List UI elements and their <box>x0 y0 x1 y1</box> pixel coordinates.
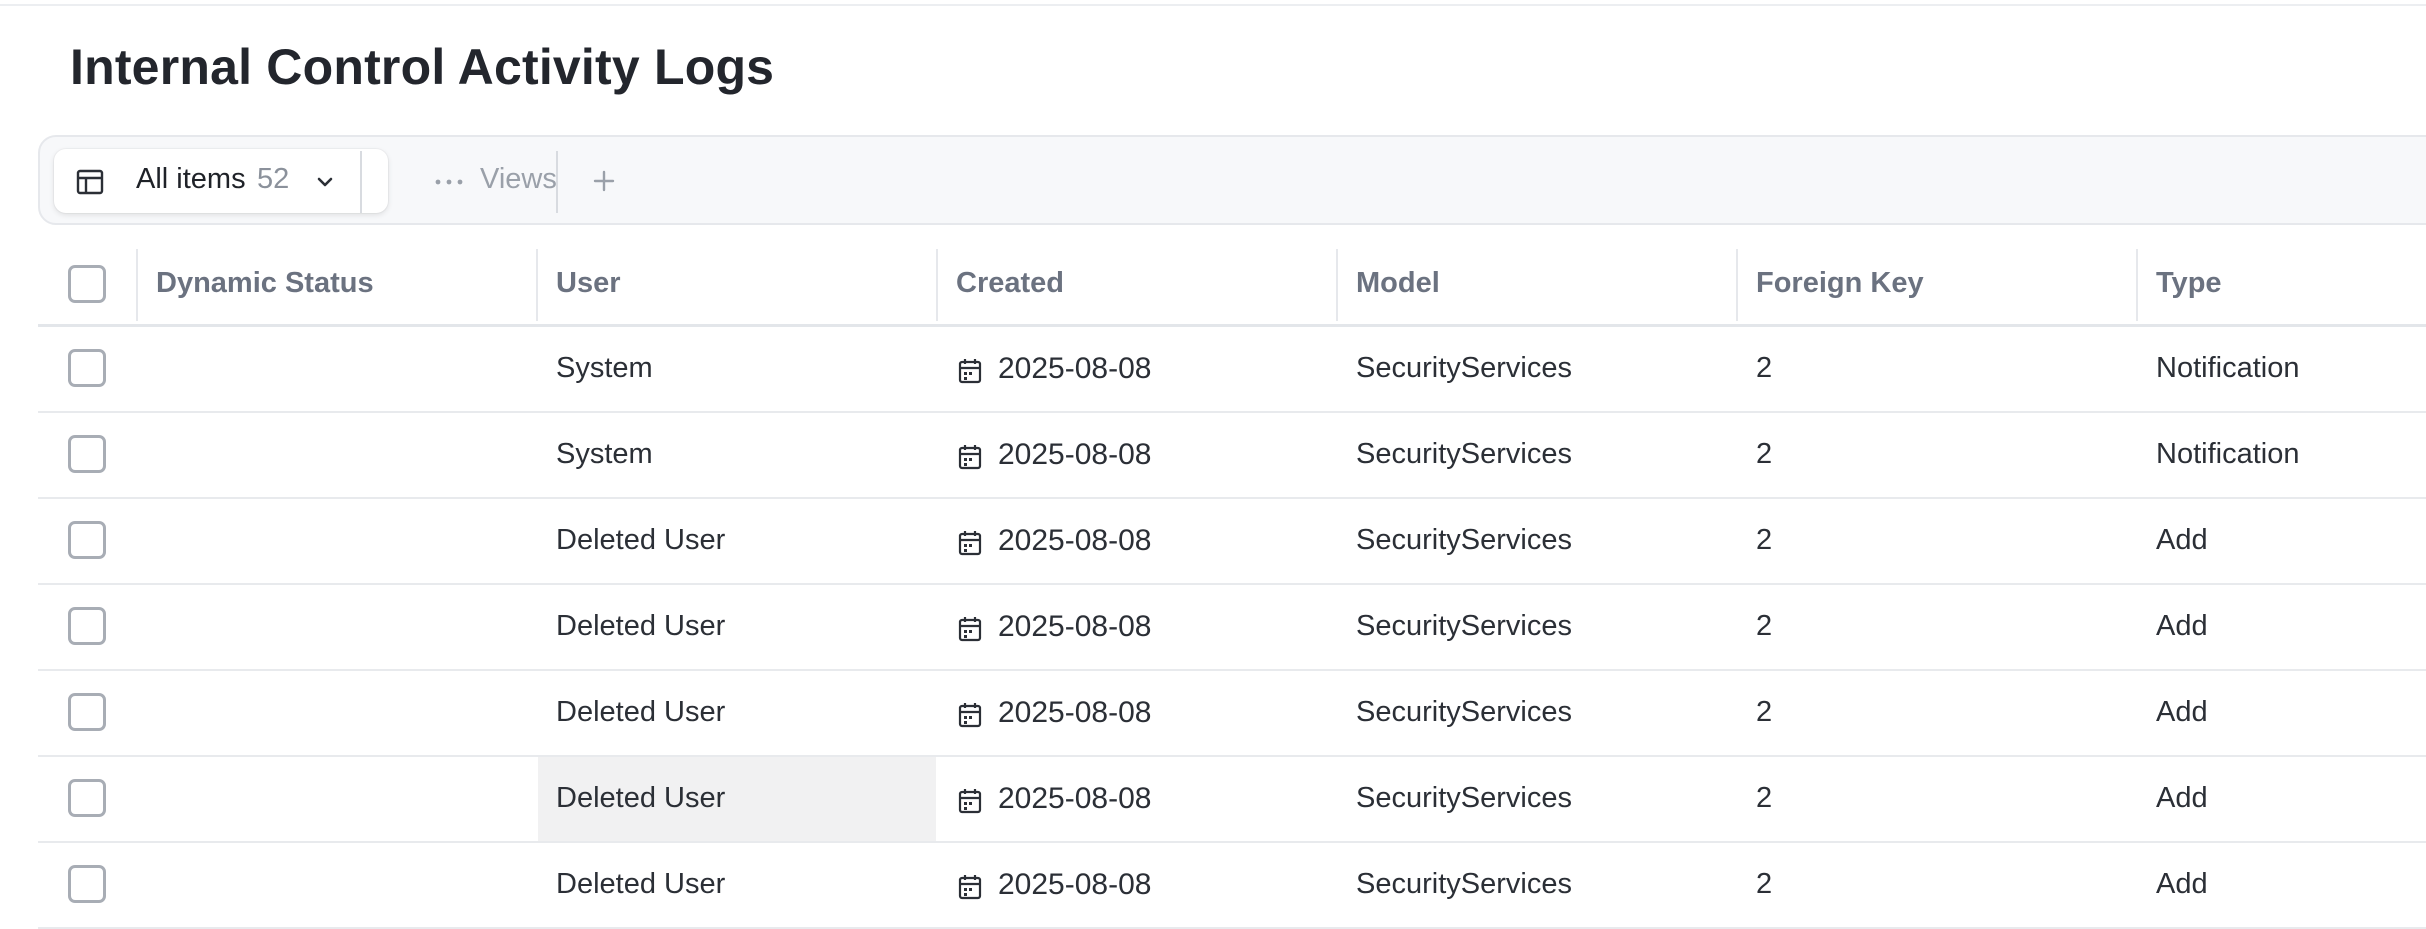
foreign-key-cell: 2 <box>1756 782 1773 814</box>
column-divider <box>536 249 538 321</box>
plus-icon <box>593 170 615 192</box>
top-divider <box>0 0 2426 6</box>
page-title: Internal Control Activity Logs <box>70 39 775 95</box>
more-dots-icon <box>435 179 463 185</box>
calendar-icon <box>958 875 982 900</box>
created-date: 2025-08-08 <box>998 438 1152 471</box>
created-date: 2025-08-08 <box>998 782 1152 815</box>
column-divider <box>936 249 938 321</box>
table-row[interactable]: Deleted User 2025-08-08 SecurityServices… <box>38 757 2426 843</box>
view-selector-button[interactable]: All items 52 <box>54 149 388 213</box>
toolbar-divider <box>360 151 362 213</box>
type-cell: Notification <box>2156 438 2300 470</box>
row-checkbox[interactable] <box>68 693 106 731</box>
calendar-icon <box>958 703 982 728</box>
view-toolbar: All items 52 Views <box>38 135 2426 225</box>
column-header-model[interactable]: Model <box>1356 243 1440 327</box>
model-cell: SecurityServices <box>1356 696 1572 728</box>
dynamic-status-cell <box>156 413 536 497</box>
created-date: 2025-08-08 <box>998 524 1152 557</box>
model-cell: SecurityServices <box>1356 782 1572 814</box>
column-divider <box>1336 249 1338 321</box>
chevron-down-icon <box>317 177 333 187</box>
table-header: Dynamic Status User Created Model Foreig… <box>38 243 2426 327</box>
dynamic-status-cell <box>156 757 536 841</box>
model-cell: SecurityServices <box>1356 438 1572 470</box>
dynamic-status-cell <box>156 499 536 583</box>
model-cell: SecurityServices <box>1356 868 1572 900</box>
row-checkbox[interactable] <box>68 607 106 645</box>
column-header-user[interactable]: User <box>556 243 621 327</box>
created-date: 2025-08-08 <box>998 868 1152 901</box>
table-icon <box>76 169 104 195</box>
table-row[interactable]: System 2025-08-08 SecurityServices 2 Not… <box>38 327 2426 413</box>
table-row[interactable]: Deleted User 2025-08-08 SecurityServices… <box>38 499 2426 585</box>
column-header-type[interactable]: Type <box>2156 243 2222 327</box>
dynamic-status-cell <box>156 585 536 669</box>
views-label: Views <box>480 163 557 195</box>
user-cell: System <box>556 352 653 384</box>
user-cell: Deleted User <box>556 524 726 556</box>
user-cell: Deleted User <box>556 696 726 728</box>
foreign-key-cell: 2 <box>1756 352 1773 384</box>
type-cell: Add <box>2156 868 2208 900</box>
view-selector-label: All items <box>136 163 246 195</box>
dynamic-status-cell <box>156 843 536 927</box>
calendar-icon <box>958 445 982 470</box>
dynamic-status-cell <box>156 327 536 411</box>
user-cell: Deleted User <box>556 868 726 900</box>
column-header-foreign-key[interactable]: Foreign Key <box>1756 243 1924 327</box>
foreign-key-cell: 2 <box>1756 696 1773 728</box>
created-date: 2025-08-08 <box>998 352 1152 385</box>
add-view-button[interactable] <box>580 149 640 213</box>
row-checkbox[interactable] <box>68 779 106 817</box>
column-divider <box>2136 249 2138 321</box>
table-row[interactable]: Deleted User 2025-08-08 SecurityServices… <box>38 671 2426 757</box>
table-row[interactable]: System 2025-08-08 SecurityServices 2 Not… <box>38 413 2426 499</box>
foreign-key-cell: 2 <box>1756 524 1773 556</box>
table-row[interactable]: Deleted User 2025-08-08 SecurityServices… <box>38 585 2426 671</box>
column-header-created[interactable]: Created <box>956 243 1064 327</box>
type-cell: Add <box>2156 782 2208 814</box>
type-cell: Add <box>2156 610 2208 642</box>
row-checkbox[interactable] <box>68 865 106 903</box>
model-cell: SecurityServices <box>1356 352 1572 384</box>
calendar-icon <box>958 531 982 556</box>
model-cell: SecurityServices <box>1356 610 1572 642</box>
view-item-count: 52 <box>257 163 290 195</box>
created-date: 2025-08-08 <box>998 610 1152 643</box>
type-cell: Add <box>2156 524 2208 556</box>
column-divider <box>1736 249 1738 321</box>
user-cell: System <box>556 438 653 470</box>
type-cell: Add <box>2156 696 2208 728</box>
row-checkbox[interactable] <box>68 349 106 387</box>
created-date: 2025-08-08 <box>998 696 1152 729</box>
user-cell[interactable]: Deleted User <box>538 757 936 841</box>
foreign-key-cell: 2 <box>1756 868 1773 900</box>
type-cell: Notification <box>2156 352 2300 384</box>
user-cell: Deleted User <box>556 610 726 642</box>
row-checkbox[interactable] <box>68 521 106 559</box>
column-divider <box>136 249 138 321</box>
row-checkbox[interactable] <box>68 435 106 473</box>
views-button[interactable]: Views <box>396 149 557 213</box>
column-header-dynamic-status[interactable]: Dynamic Status <box>156 243 374 327</box>
model-cell: SecurityServices <box>1356 524 1572 556</box>
foreign-key-cell: 2 <box>1756 438 1773 470</box>
select-all-checkbox[interactable] <box>68 265 106 303</box>
table-row[interactable]: Deleted User 2025-08-08 SecurityServices… <box>38 843 2426 929</box>
foreign-key-cell: 2 <box>1756 610 1773 642</box>
calendar-icon <box>958 617 982 642</box>
calendar-icon <box>958 789 982 814</box>
calendar-icon <box>958 359 982 384</box>
dynamic-status-cell <box>156 671 536 755</box>
toolbar-divider <box>556 151 558 213</box>
